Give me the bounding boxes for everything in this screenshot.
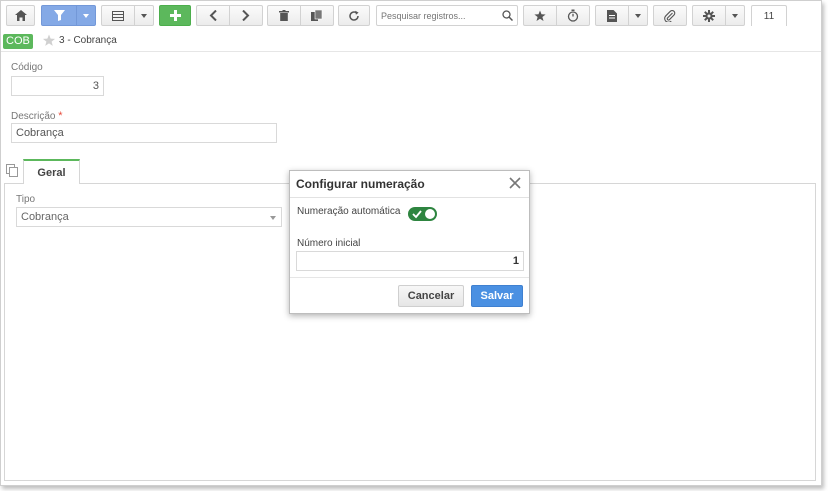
page-title: 3 - Cobrança — [59, 35, 117, 46]
search-box[interactable] — [376, 5, 518, 26]
previous-record-button[interactable] — [196, 5, 230, 26]
descricao-label-text: Descrição — [11, 111, 56, 122]
tipo-select[interactable]: Cobrança — [16, 207, 282, 227]
stopwatch-icon — [567, 9, 579, 22]
auto-numbering-toggle[interactable] — [408, 207, 437, 221]
check-icon — [412, 210, 422, 219]
copy-tab-icon[interactable] — [6, 164, 19, 177]
search-icon[interactable] — [502, 10, 513, 21]
report-button[interactable] — [595, 5, 629, 26]
descricao-label: Descrição * — [11, 110, 63, 122]
codigo-field[interactable]: 3 — [11, 76, 104, 96]
star-icon[interactable] — [42, 34, 56, 47]
home-button[interactable] — [6, 5, 35, 26]
chevron-down-icon — [635, 13, 641, 18]
search-input[interactable] — [377, 7, 503, 24]
copy-button[interactable] — [300, 5, 334, 26]
chevron-down-icon — [270, 216, 276, 220]
start-number-field[interactable]: 1 — [296, 251, 524, 271]
view-list-button[interactable] — [101, 5, 135, 26]
tab-geral[interactable]: Geral — [23, 159, 80, 184]
cancel-button[interactable]: Cancelar — [398, 285, 464, 307]
dialog-title: Configurar numeração — [296, 177, 425, 191]
chevron-down-icon — [141, 13, 147, 18]
refresh-button[interactable] — [338, 5, 370, 26]
chevron-down-icon — [732, 13, 738, 18]
view-dropdown-button[interactable] — [134, 5, 154, 26]
entity-badge: COB — [3, 34, 33, 49]
copy-icon — [311, 10, 323, 21]
settings-dropdown-button[interactable] — [725, 5, 745, 26]
trash-icon — [279, 10, 289, 21]
dialog-header: Configurar numeração — [290, 171, 529, 198]
table-icon — [112, 10, 124, 21]
add-record-button[interactable] — [159, 5, 191, 26]
toolbar: 11 — [1, 1, 821, 31]
codigo-label: Código — [11, 62, 43, 73]
tipo-select-value: Cobrança — [21, 211, 69, 223]
document-icon — [607, 9, 617, 22]
chevron-down-icon — [83, 13, 89, 18]
next-record-button[interactable] — [229, 5, 263, 26]
required-marker: * — [58, 110, 63, 122]
auto-numbering-label: Numeração automática — [297, 206, 401, 217]
delete-button[interactable] — [267, 5, 301, 26]
plus-icon — [169, 10, 181, 21]
toggle-knob — [425, 209, 435, 219]
start-number-label: Número inicial — [297, 238, 361, 249]
tipo-label: Tipo — [16, 194, 36, 205]
descricao-field[interactable]: Cobrança — [11, 123, 277, 143]
settings-button[interactable] — [692, 5, 726, 26]
gear-icon — [703, 9, 715, 22]
save-button[interactable]: Salvar — [471, 285, 523, 307]
dialog-divider — [290, 277, 529, 278]
paperclip-icon — [664, 9, 676, 22]
record-count: 11 — [751, 5, 787, 26]
close-icon[interactable] — [509, 177, 521, 189]
favorite-button[interactable] — [523, 5, 557, 26]
home-icon — [14, 10, 27, 21]
attachment-button[interactable] — [653, 5, 687, 26]
configure-numbering-dialog: Configurar numeração Numeração automátic… — [289, 170, 530, 314]
report-dropdown-button[interactable] — [628, 5, 648, 26]
breadcrumb: COB 3 - Cobrança — [1, 31, 821, 52]
chevron-left-icon — [209, 10, 217, 21]
timer-button[interactable] — [556, 5, 590, 26]
star-icon — [534, 10, 546, 21]
refresh-icon — [349, 10, 359, 21]
filter-icon — [53, 10, 65, 21]
filter-button[interactable] — [41, 5, 77, 26]
app-window: 11 COB 3 - Cobrança Código 3 Descrição *… — [0, 0, 822, 486]
chevron-right-icon — [242, 10, 250, 21]
filter-dropdown-button[interactable] — [76, 5, 96, 26]
